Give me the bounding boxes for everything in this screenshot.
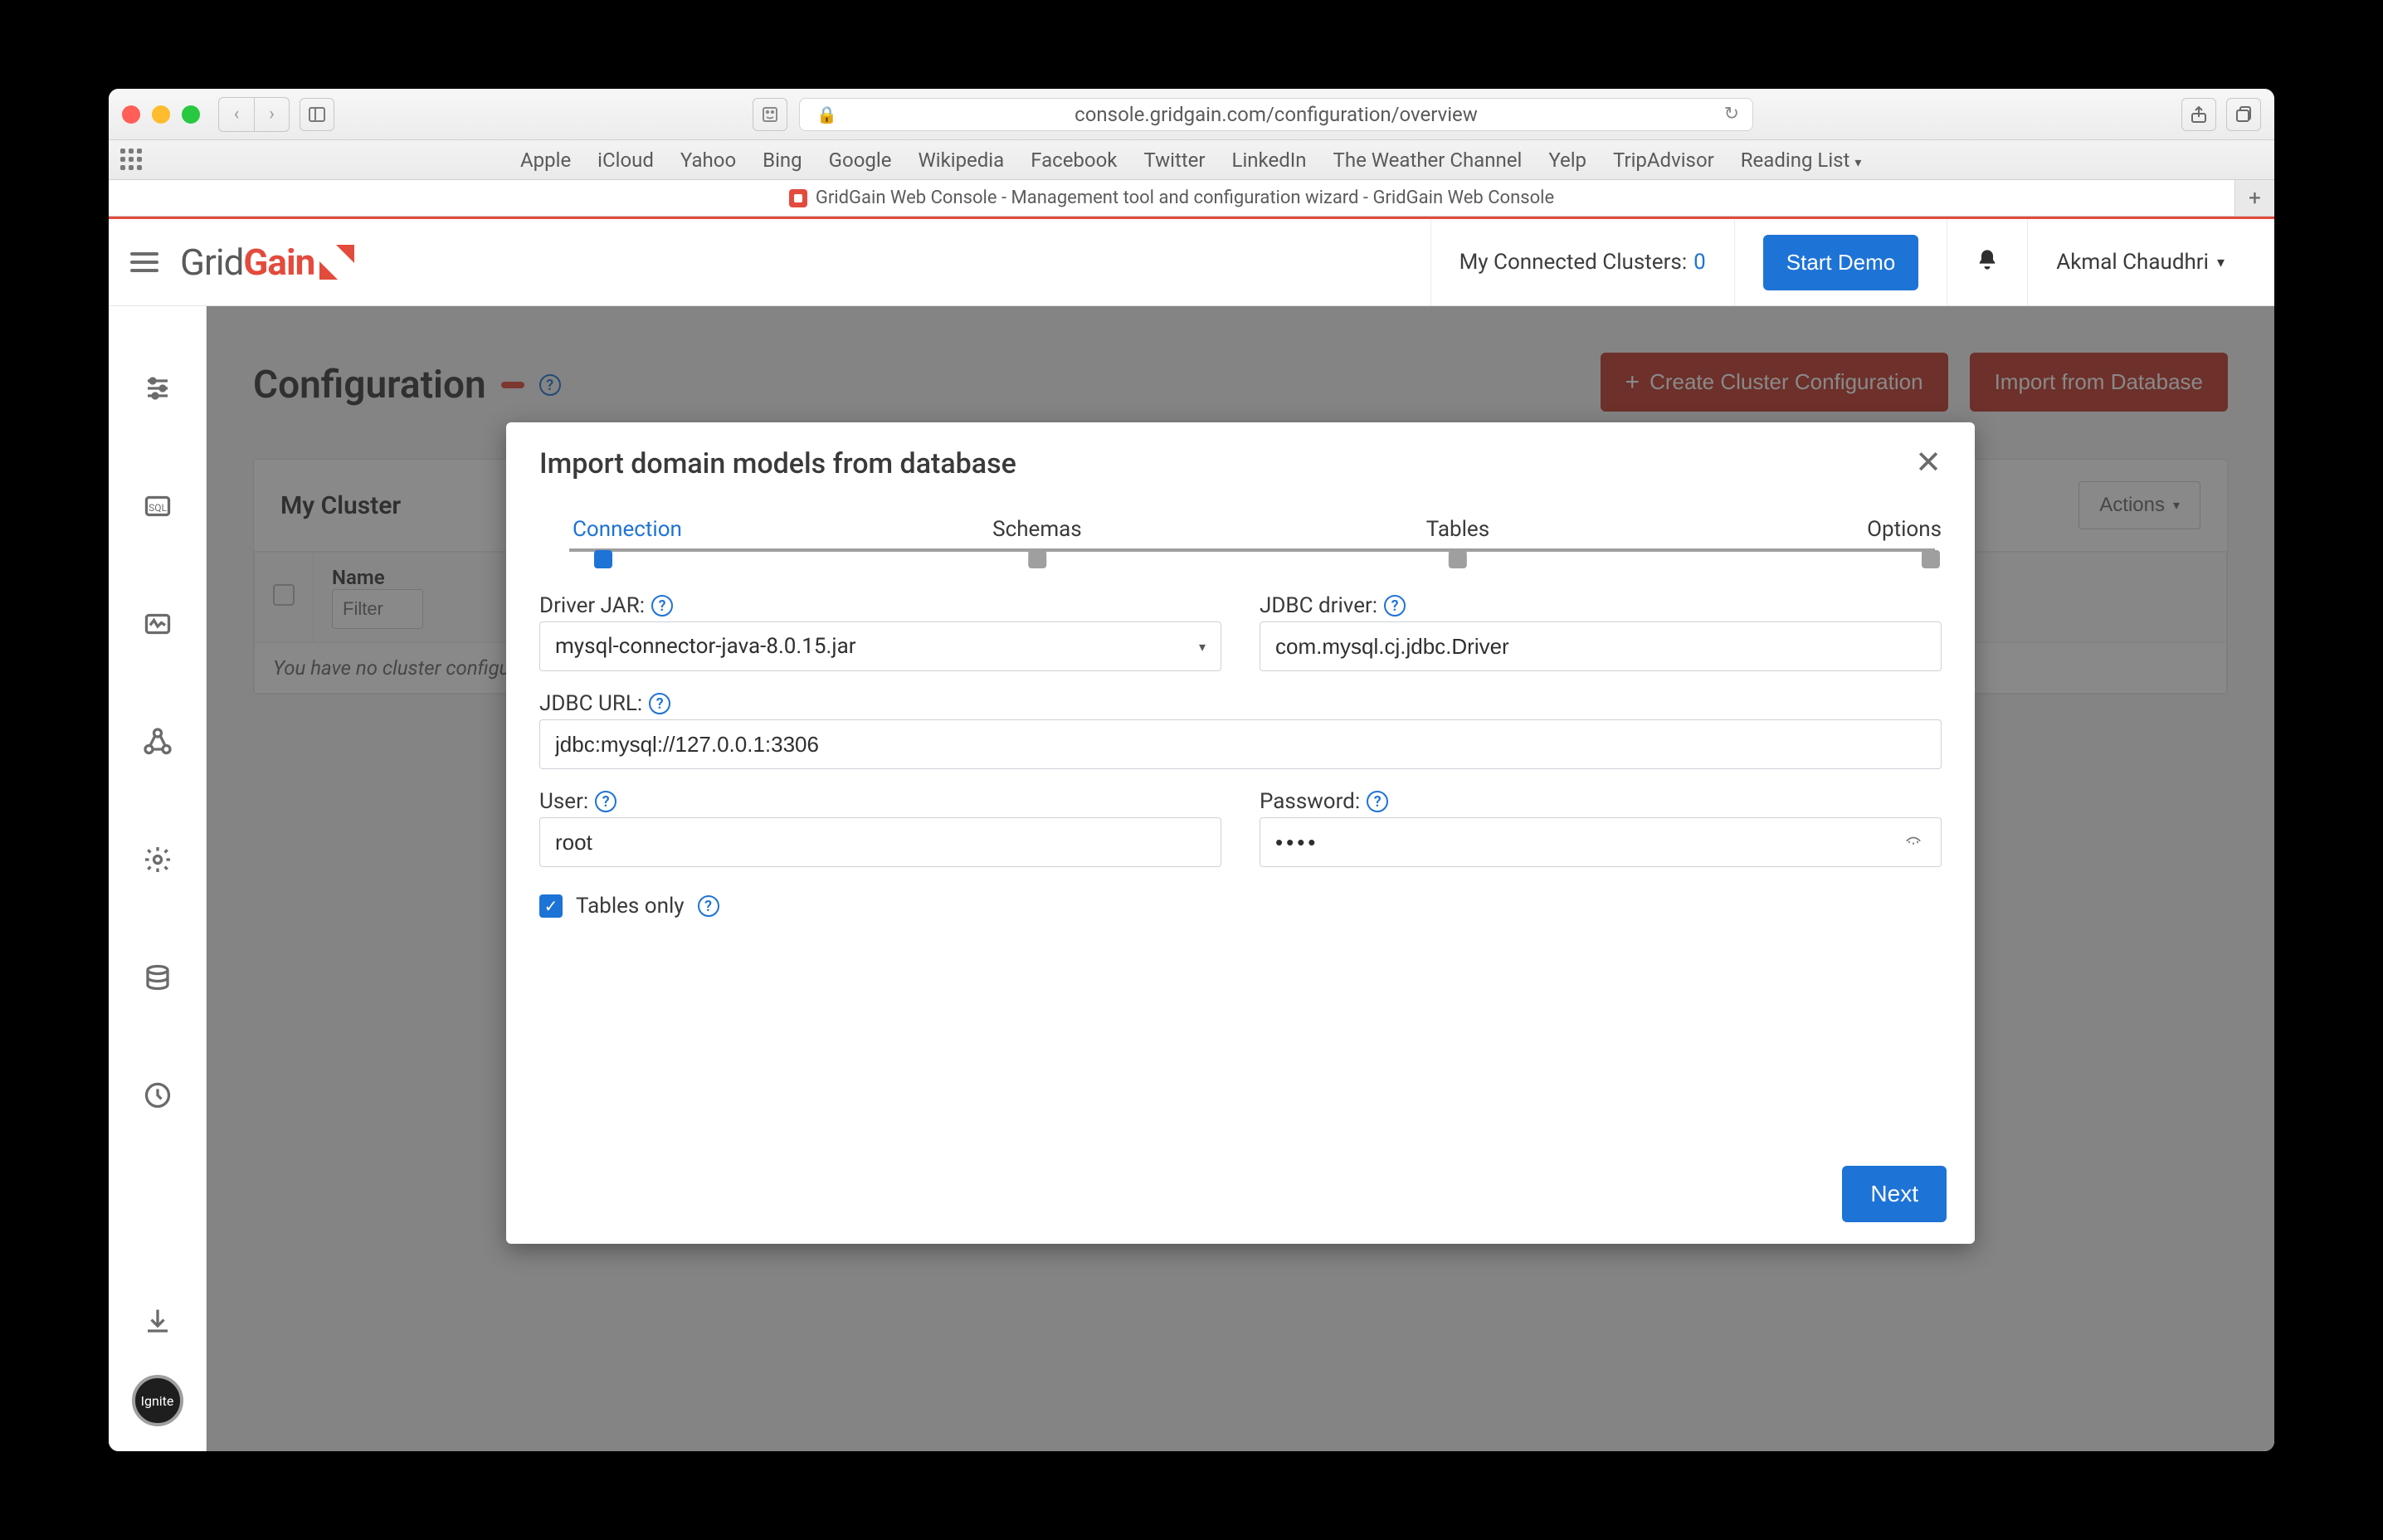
modal-title: Import domain models from database [539, 447, 1016, 480]
driver-jar-label: Driver JAR: [539, 593, 645, 618]
step-tables[interactable]: Tables [1426, 517, 1489, 568]
bookmark-item[interactable]: Reading List ▾ [1741, 149, 1862, 172]
password-input[interactable] [1260, 817, 1942, 867]
help-icon[interactable]: ? [1384, 595, 1406, 616]
rail-cluster-icon[interactable] [140, 724, 175, 759]
minimize-window-icon[interactable] [152, 105, 170, 124]
lock-icon: 🔒 [816, 105, 837, 124]
step-schemas[interactable]: Schemas [992, 517, 1082, 568]
bookmark-item[interactable]: Bing [763, 149, 802, 172]
chevron-down-icon: ▾ [1854, 154, 1861, 170]
chevron-down-icon: ▾ [2217, 254, 2225, 271]
rail-monitor-icon[interactable] [140, 607, 175, 641]
bookmark-item[interactable]: Yelp [1548, 149, 1586, 172]
help-icon[interactable]: ? [649, 693, 670, 714]
url-text: console.gridgain.com/configuration/overv… [1075, 103, 1478, 126]
modal-close-button[interactable]: ✕ [1915, 447, 1942, 479]
share-button[interactable] [2181, 98, 2216, 131]
step-connection[interactable]: Connection [573, 517, 682, 568]
bookmark-item[interactable]: Yahoo [680, 149, 736, 172]
user-menu[interactable]: Akmal Chaudhri ▾ [2027, 219, 2253, 305]
rail-download-icon[interactable] [140, 1304, 175, 1338]
bookmark-item[interactable]: Facebook [1031, 149, 1117, 172]
menu-toggle-button[interactable] [130, 252, 158, 272]
jdbc-driver-label: JDBC driver: [1260, 593, 1377, 618]
help-icon[interactable]: ? [1367, 791, 1388, 812]
sidebar-toggle-button[interactable] [300, 98, 334, 131]
bookmark-item[interactable]: The Weather Channel [1333, 149, 1523, 172]
browser-window: ‹ › 🔒 console.gridgain.com/configuration… [109, 89, 2274, 1451]
stepper: Connection Schemas Tables Options [539, 517, 1942, 555]
modal-scrim[interactable]: Import domain models from database ✕ Con… [207, 306, 2274, 1451]
page: Configuration ? +Create Cluster Configur… [207, 306, 2274, 1451]
next-button[interactable]: Next [1842, 1166, 1947, 1222]
bell-icon [1976, 248, 1999, 277]
bookmark-item[interactable]: Google [829, 149, 892, 172]
start-demo-wrap: Start Demo [1734, 219, 1947, 305]
url-wrap: 🔒 console.gridgain.com/configuration/ove… [334, 98, 2171, 131]
bookmark-item[interactable]: LinkedIn [1232, 149, 1307, 172]
jdbc-url-label: JDBC URL: [539, 691, 642, 716]
user-label: User: [539, 789, 588, 814]
step-options[interactable]: Options [1867, 517, 1942, 568]
import-modal: Import domain models from database ✕ Con… [506, 422, 1975, 1244]
favicon-icon [789, 189, 807, 207]
notifications[interactable] [1947, 219, 2027, 305]
start-demo-button[interactable]: Start Demo [1763, 235, 1919, 290]
nav-back-button[interactable]: ‹ [219, 98, 254, 131]
brand-arrows-icon [319, 245, 354, 280]
zoom-window-icon[interactable] [182, 105, 200, 124]
apps-grid-icon[interactable] [120, 149, 144, 172]
reader-mode-button[interactable] [753, 98, 787, 131]
tab-title: GridGain Web Console - Management tool a… [816, 188, 1554, 208]
rail-sql-icon[interactable]: SQL [140, 489, 175, 524]
tab-strip: GridGain Web Console - Management tool a… [109, 180, 2274, 217]
bookmark-item[interactable]: Apple [520, 149, 571, 172]
app-body: SQL Ignite Configuration ? +Crea [109, 306, 2274, 1451]
rail-config-icon[interactable] [140, 371, 175, 406]
password-label: Password: [1260, 789, 1360, 814]
user-input[interactable] [539, 817, 1221, 867]
tables-only-checkbox[interactable]: ✓ [539, 894, 563, 918]
bookmark-item[interactable]: iCloud [597, 149, 654, 172]
svg-text:SQL: SQL [149, 502, 167, 514]
connected-count: 0 [1693, 250, 1706, 275]
app-header: GridGain My Connected Clusters: 0 Start … [109, 217, 2274, 306]
help-icon[interactable]: ? [698, 895, 719, 917]
bookmark-item[interactable]: Wikipedia [918, 149, 1004, 172]
jdbc-url-input[interactable] [539, 719, 1942, 769]
window-controls [122, 105, 200, 124]
rail-history-icon[interactable] [140, 1078, 175, 1113]
help-icon[interactable]: ? [595, 791, 616, 812]
connected-clusters[interactable]: My Connected Clusters: 0 [1430, 219, 1734, 305]
rail-storage-icon[interactable] [140, 960, 175, 995]
rail-settings-icon[interactable] [140, 842, 175, 877]
chevron-down-icon: ▾ [1199, 639, 1206, 655]
new-tab-button[interactable]: + [2234, 180, 2274, 216]
bookmark-item[interactable]: Twitter [1143, 149, 1205, 172]
nav-forward-button[interactable]: › [254, 98, 289, 131]
titlebar: ‹ › 🔒 console.gridgain.com/configuration… [109, 89, 2274, 140]
tabs-overview-button[interactable] [2226, 98, 2261, 131]
nav-back-forward: ‹ › [218, 97, 290, 132]
connection-form: Driver JAR:? mysql-connector-java-8.0.15… [506, 555, 1975, 935]
close-window-icon[interactable] [122, 105, 140, 124]
url-bar[interactable]: 🔒 console.gridgain.com/configuration/ove… [799, 98, 1753, 131]
app: GridGain My Connected Clusters: 0 Start … [109, 217, 2274, 1451]
rail-ignite-badge-icon[interactable]: Ignite [132, 1375, 183, 1426]
help-icon[interactable]: ? [651, 595, 673, 616]
browser-tab[interactable]: GridGain Web Console - Management tool a… [109, 180, 2234, 216]
reload-icon[interactable]: ↻ [1724, 104, 1739, 124]
bookmarks-bar: Apple iCloud Yahoo Bing Google Wikipedia… [109, 140, 2274, 180]
tables-only-label: Tables only [576, 894, 685, 919]
driver-jar-select[interactable]: mysql-connector-java-8.0.15.jar ▾ [539, 621, 1221, 671]
eye-icon[interactable] [1902, 831, 1925, 853]
side-rail: SQL Ignite [109, 306, 207, 1451]
bookmark-item[interactable]: TripAdvisor [1613, 149, 1714, 172]
user-name: Akmal Chaudhri [2056, 250, 2209, 275]
brand-logo[interactable]: GridGain [180, 241, 354, 284]
jdbc-driver-input[interactable] [1260, 621, 1942, 671]
